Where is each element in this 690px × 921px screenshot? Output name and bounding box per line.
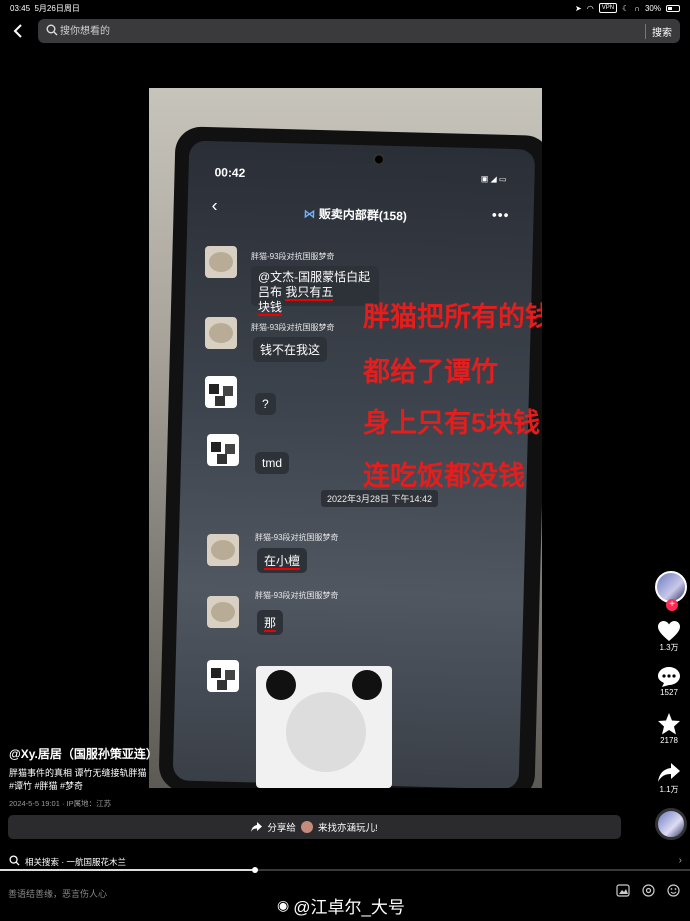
like-count: 1.3万 (659, 643, 679, 652)
comment-icon (658, 667, 680, 687)
share-to-friend-bar[interactable]: 分享给 来找亦涵玩儿! (8, 815, 621, 839)
message-bubble: 钱不在我这 (253, 337, 328, 362)
overlay-text-line: 连吃饭都没钱 (363, 461, 525, 491)
share-target: 来找亦涵玩儿! (317, 823, 378, 834)
progress-knob[interactable] (252, 867, 259, 873)
message-nick: 胖猫-93段对抗国服梦奇 (255, 591, 339, 600)
avatar (207, 434, 239, 466)
chat-title: ⋈ 贩卖内部群(158) (303, 206, 408, 224)
avatar (205, 246, 237, 278)
avatar (207, 534, 239, 566)
message-bubble: @文杰-国服蒙恬白起吕布 我只有五 块钱 (251, 266, 379, 316)
comment-button[interactable]: 1527 (652, 666, 686, 697)
caption-text: 胖猫事件的真相 谭竹无缝接轨胖猫 (9, 768, 147, 778)
headphone-icon: ∩ (634, 3, 640, 13)
sticker-face (286, 692, 366, 772)
avatar (207, 596, 239, 628)
related-search[interactable]: 相关搜索 · 一航国服花木兰 › (0, 852, 690, 870)
message-bubble: tmd (255, 452, 290, 474)
message-nick: 胖猫-93段对抗国服梦奇 (255, 533, 339, 542)
favorite-button[interactable]: 2178 (652, 712, 686, 745)
caption-tags[interactable]: #谭竹 #胖猫 #梦奇 (9, 780, 259, 793)
message-bubble: ? (255, 393, 276, 415)
message-bubble: 在小檀 (257, 548, 308, 573)
comment-count: 1527 (660, 688, 678, 697)
overlay-text-line: 胖猫把所有的钱 (363, 302, 542, 332)
share-button[interactable]: 1.1万 (652, 762, 686, 795)
sticker-ear (352, 670, 382, 700)
share-icon (251, 822, 263, 832)
back-button[interactable] (8, 20, 28, 42)
search-icon (9, 855, 20, 866)
favorite-count: 2178 (660, 736, 678, 745)
butterfly-icon: ⋈ (303, 206, 316, 221)
chevron-right-icon: › (678, 855, 682, 866)
share-arrow-icon (658, 763, 680, 782)
location-icon: ➤ (575, 3, 582, 13)
wifi-icon: ◠ (586, 3, 594, 13)
avatar (207, 660, 239, 692)
avatar (205, 376, 237, 408)
search-icon (46, 24, 58, 36)
message-nick: 胖猫-93段对抗国服梦奇 (251, 252, 335, 261)
creator-avatar[interactable]: + (655, 571, 687, 611)
progress-fill (0, 869, 256, 871)
message-bubble: 那 (257, 610, 284, 635)
moon-icon: ☾ (622, 3, 630, 13)
status-icons: ➤ ◠ VPN ☾ ∩ 30% (575, 3, 680, 13)
status-time-date: 03:45 5月26日周日 (10, 4, 80, 13)
share-label: 分享给 (267, 823, 296, 834)
battery-percent: 30% (644, 3, 661, 13)
music-disc[interactable] (655, 808, 687, 840)
share-count: 1.1万 (659, 785, 679, 794)
chat-back-icon: ‹ (211, 195, 218, 216)
overlay-text-line: 身上只有5块钱 (363, 408, 541, 438)
comment-tools (616, 884, 680, 897)
star-icon (658, 713, 680, 735)
phone-status-icons: ▣ ◢ ▭ (480, 174, 507, 184)
search-bar[interactable]: 搜索 (38, 19, 680, 43)
battery-icon (666, 4, 680, 12)
mention-icon[interactable] (642, 884, 655, 897)
friend-avatar (300, 821, 313, 833)
emoji-icon[interactable] (667, 884, 680, 897)
search-input[interactable] (60, 22, 620, 40)
post-meta: 2024-5-5 19:01 · IP属地：江苏 (9, 799, 112, 808)
video-progress-bar[interactable] (0, 867, 690, 873)
sticker-ear (266, 670, 296, 700)
author-name[interactable]: @Xy.居居（国服孙策亚连） (9, 745, 158, 762)
comment-input[interactable]: 善语结善缘，恶言伤人心 (8, 887, 107, 900)
video-caption: 胖猫事件的真相 谭竹无缝接轨胖猫 #谭竹 #胖猫 #梦奇 (9, 767, 259, 793)
heart-icon (658, 621, 680, 641)
panda-sticker (256, 666, 392, 788)
related-search-text: 相关搜索 · 一航国服花木兰 (25, 857, 127, 867)
watermark: ◉ @江卓尔_大号 (277, 897, 405, 917)
chat-more-icon: ••• (491, 206, 510, 223)
vpn-badge: VPN (598, 3, 618, 13)
message-nick: 胖猫-93段对抗国服梦奇 (251, 323, 335, 332)
weibo-icon: ◉ (277, 897, 290, 913)
status-bar: 03:45 5月26日周日 ➤ ◠ VPN ☾ ∩ 30% (0, 0, 690, 16)
search-button[interactable]: 搜索 (645, 24, 672, 39)
overlay-text-line: 都给了谭竹 (363, 357, 498, 387)
follow-plus-icon[interactable]: + (666, 599, 678, 611)
image-icon[interactable] (616, 884, 630, 897)
chevron-left-icon (13, 24, 22, 38)
like-button[interactable]: 1.3万 (652, 620, 686, 653)
avatar (205, 317, 237, 349)
phone-time: 00:42 (214, 165, 246, 181)
